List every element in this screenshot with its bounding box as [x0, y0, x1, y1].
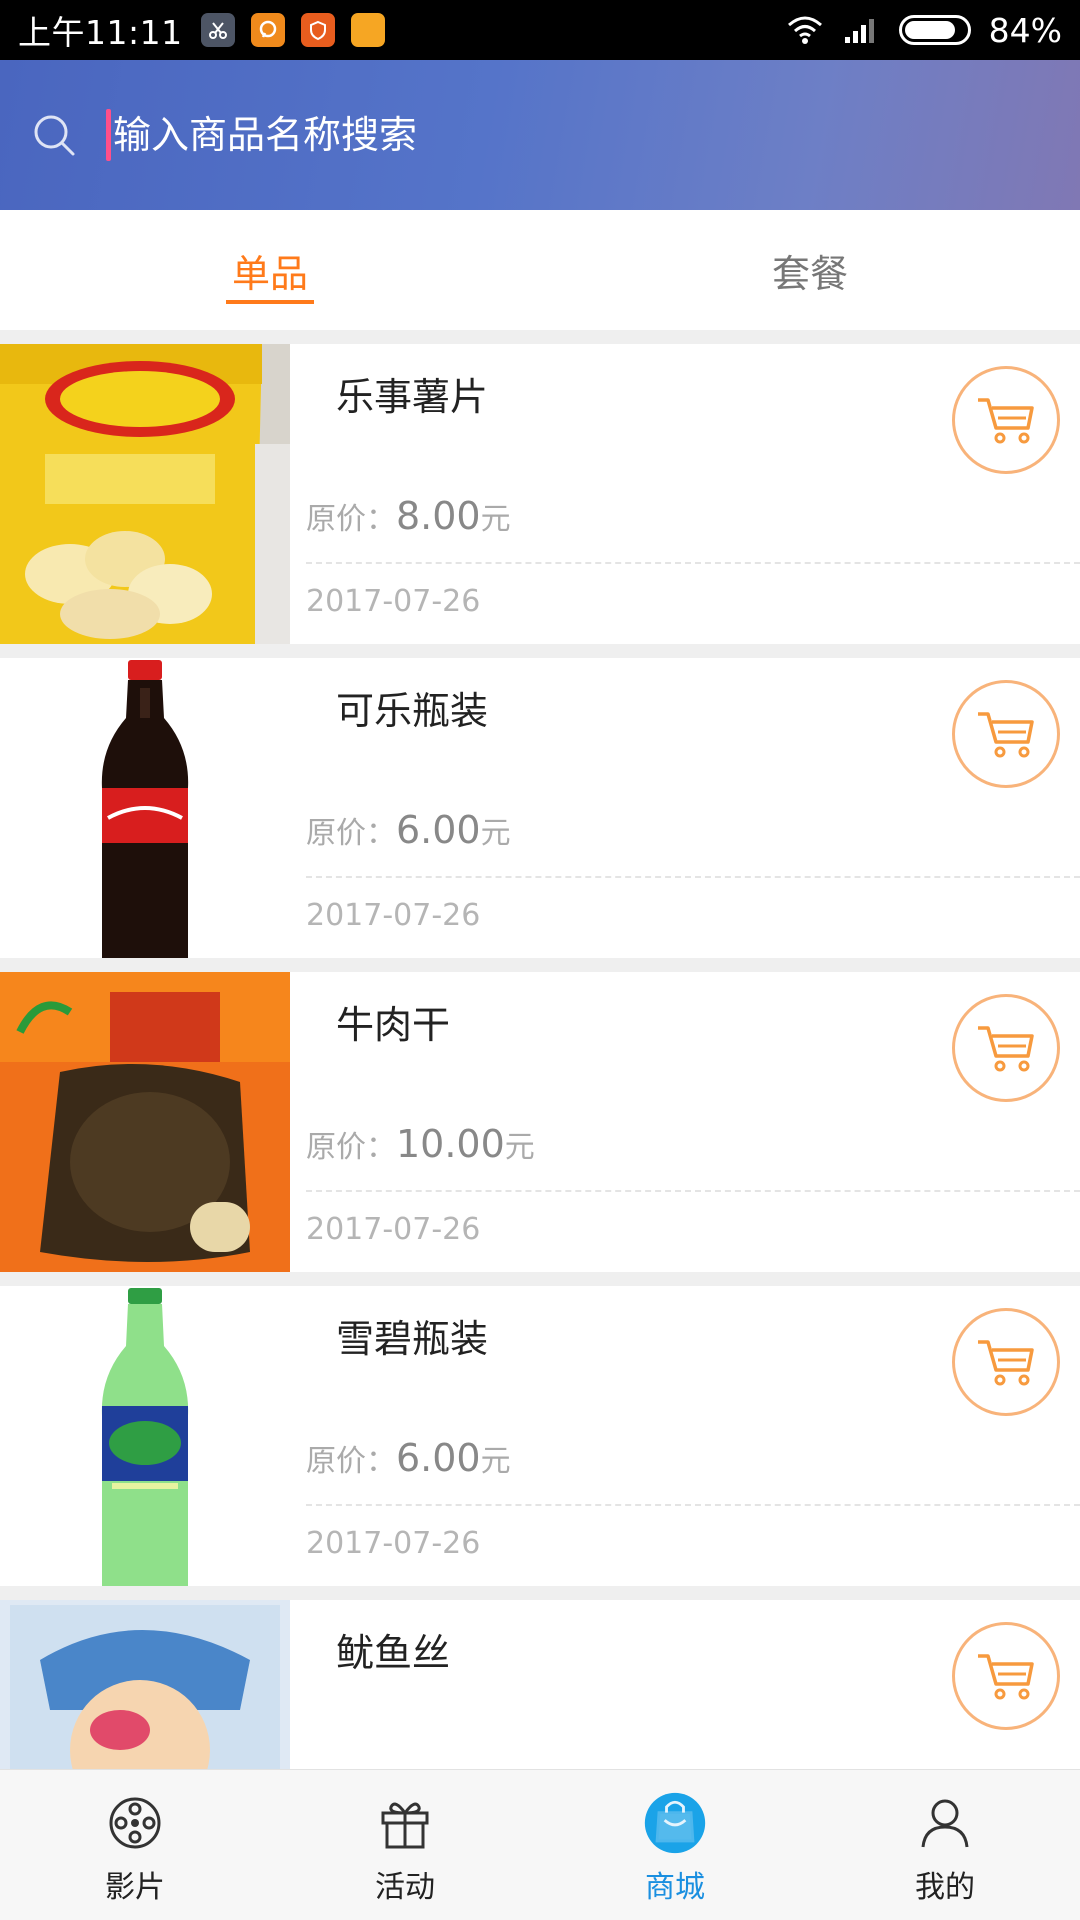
add-to-cart-button[interactable]: [952, 366, 1060, 474]
search-icon[interactable]: [30, 111, 78, 159]
divider: [306, 562, 1080, 564]
product-name: 鱿鱼丝: [336, 1631, 451, 1675]
wifi-icon: [787, 16, 822, 44]
bottom-navigation: 影片 活动 商城 我的: [0, 1769, 1080, 1920]
divider: [306, 1190, 1080, 1192]
search-header: [0, 60, 1080, 210]
product-price: 原价： 8.00 元: [306, 494, 511, 538]
product-date: 2017-07-26: [306, 1212, 481, 1247]
product-price: 原价： 6.00 元: [306, 1436, 511, 1480]
product-item[interactable]: 雪碧瓶装 原价： 6.00 元 2017-07-26: [0, 1286, 1080, 1586]
product-item[interactable]: 牛肉干 原价： 10.00 元 2017-07-26: [0, 972, 1080, 1272]
product-item[interactable]: 乐事薯片 原价： 8.00 元 2017-07-26: [0, 344, 1080, 644]
divider: [306, 1504, 1080, 1506]
product-price: 原价： 10.00 元: [306, 1122, 535, 1166]
squid-shreds-image[interactable]: [0, 1600, 290, 1769]
add-to-cart-button[interactable]: [952, 1622, 1060, 1730]
cart-icon: [978, 1026, 1034, 1072]
product-name: 牛肉干: [336, 1003, 451, 1047]
nav-item-films[interactable]: 影片: [0, 1770, 270, 1920]
lays-chips-image[interactable]: [0, 344, 290, 644]
cut-icon: [200, 13, 235, 47]
nav-item-activities[interactable]: 活动: [270, 1770, 540, 1920]
text-cursor: [106, 109, 111, 161]
product-name: 雪碧瓶装: [336, 1317, 489, 1361]
tab-single-items[interactable]: 单品: [0, 210, 540, 330]
category-tabs: 单品 套餐: [0, 210, 1080, 330]
shield-icon: [300, 13, 335, 47]
nav-item-mine[interactable]: 我的: [810, 1770, 1080, 1920]
divider: [306, 876, 1080, 878]
tab-combos[interactable]: 套餐: [540, 210, 1080, 330]
user-icon: [912, 1790, 978, 1856]
cart-icon: [978, 712, 1034, 758]
product-price: 原价： 6.00 元: [306, 808, 511, 852]
add-to-cart-button[interactable]: [952, 994, 1060, 1102]
film-reel-icon: [102, 1790, 168, 1856]
cart-icon: [978, 398, 1034, 444]
cart-icon: [978, 1340, 1034, 1386]
status-bar: 上午11:11 84%: [0, 0, 1080, 60]
chat-icon: [250, 13, 285, 47]
nav-item-mall[interactable]: 商城: [540, 1770, 810, 1920]
cart-icon: [978, 1654, 1034, 1700]
cola-bottle-image[interactable]: [0, 658, 290, 958]
product-item[interactable]: 可乐瓶装 原价： 6.00 元 2017-07-26: [0, 658, 1080, 958]
status-time: 上午11:11: [18, 13, 183, 52]
gift-icon: [372, 1790, 438, 1856]
add-to-cart-button[interactable]: [952, 680, 1060, 788]
product-list[interactable]: 乐事薯片 原价： 8.00 元 2017-07-26 可乐瓶装 原价： 6.00…: [0, 344, 1080, 1769]
battery-icon: [898, 15, 971, 45]
battery-percent: 84%: [988, 10, 1062, 50]
product-name: 乐事薯片: [336, 375, 489, 419]
signal-icon: [844, 19, 874, 43]
search-input[interactable]: [113, 113, 913, 157]
product-date: 2017-07-26: [306, 584, 481, 619]
shopping-bag-icon: [642, 1790, 708, 1856]
folder-icon: [350, 13, 385, 47]
sprite-bottle-image[interactable]: [0, 1286, 290, 1586]
product-date: 2017-07-26: [306, 1526, 481, 1561]
beef-jerky-image[interactable]: [0, 972, 290, 1272]
active-tab-indicator: [226, 300, 314, 304]
status-app-icons: [200, 13, 385, 47]
add-to-cart-button[interactable]: [952, 1308, 1060, 1416]
product-item[interactable]: 鱿鱼丝: [0, 1600, 1080, 1769]
product-name: 可乐瓶装: [336, 689, 489, 733]
product-date: 2017-07-26: [306, 898, 481, 933]
